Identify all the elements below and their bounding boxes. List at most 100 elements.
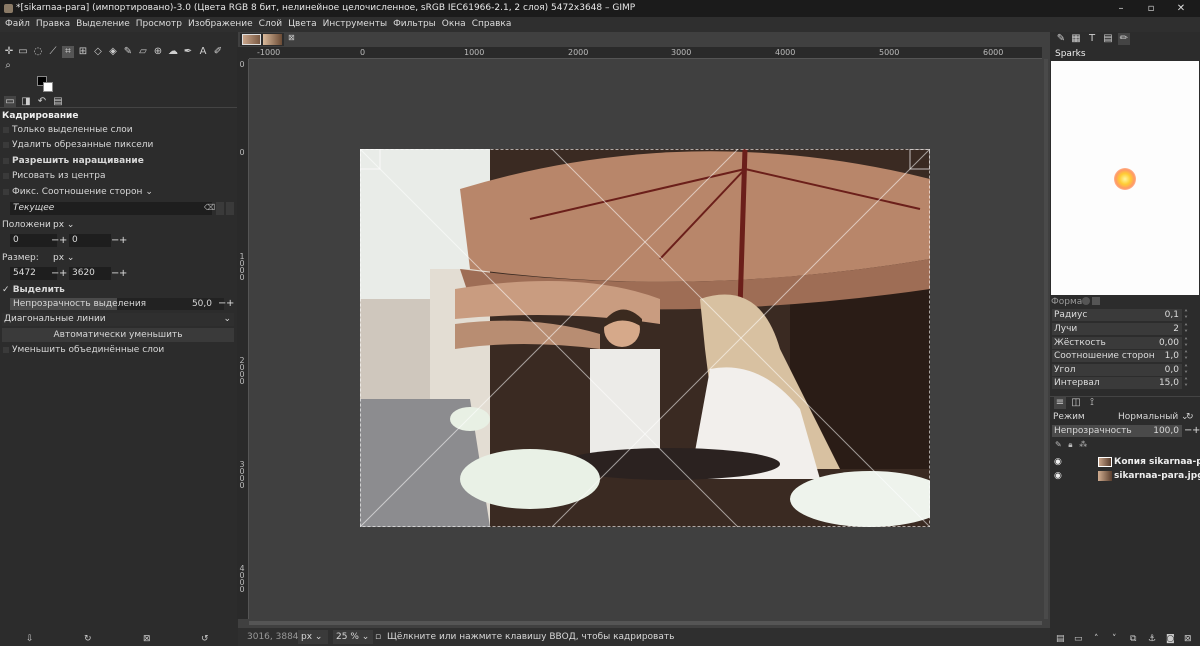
- raise-layer-icon[interactable]: ˄: [1094, 634, 1099, 644]
- highlight-opacity-slider[interactable]: Непрозрачность выделения 50,0: [10, 298, 224, 310]
- vertical-scrollbar[interactable]: [1044, 59, 1048, 619]
- fixed-aspect-option[interactable]: Фикс. Соотношение сторон ⌄: [0, 185, 153, 200]
- plus-icon[interactable]: +: [119, 234, 127, 247]
- lock-position-icon[interactable]: 🔒︎: [1068, 440, 1072, 449]
- delete-layer-icon[interactable]: ⊠: [1184, 634, 1192, 644]
- font-tab-icon[interactable]: T: [1086, 33, 1098, 45]
- aspect-value-field[interactable]: Текущее: [10, 202, 212, 215]
- reset-mode-icon[interactable]: ↻: [1186, 412, 1194, 422]
- background-color-swatch[interactable]: [43, 82, 53, 92]
- position-unit-select[interactable]: px ⌄: [51, 219, 77, 232]
- close-tab-icon[interactable]: ⊠: [288, 33, 295, 42]
- plus-icon[interactable]: +: [59, 234, 67, 247]
- eraser-tool-icon[interactable]: ▱: [137, 46, 149, 58]
- layer-row[interactable]: ◉ Копия sikarnaa-para.: [1050, 455, 1200, 469]
- checkbox[interactable]: [3, 141, 9, 148]
- shrink-merged-option[interactable]: Уменьшить объединённые слои: [0, 343, 164, 358]
- plus-icon[interactable]: +: [119, 267, 127, 280]
- checkbox[interactable]: [3, 126, 9, 133]
- lasso-tool-icon[interactable]: ◌: [32, 46, 44, 58]
- crop-tool-icon[interactable]: ⌗: [62, 46, 74, 58]
- position-y-field[interactable]: 0: [69, 234, 111, 247]
- rect-select-tool-icon[interactable]: ▭: [17, 46, 29, 58]
- menu-filters[interactable]: Фильтры: [390, 17, 439, 32]
- minimize-button[interactable]: –: [1106, 0, 1136, 17]
- checkmark-icon[interactable]: ✓: [2, 285, 13, 295]
- allow-growing-option[interactable]: Разрешить наращивание: [0, 154, 144, 169]
- spinner-arrows-icon[interactable]: ˄ ˅: [1184, 378, 1188, 392]
- lock-pixels-icon[interactable]: ✎: [1055, 440, 1062, 449]
- menu-layer[interactable]: Слой: [256, 17, 285, 32]
- save-options-icon[interactable]: ⇩: [26, 634, 34, 644]
- visibility-eye-icon[interactable]: ◉: [1054, 469, 1062, 483]
- mask-layer-icon[interactable]: ◙: [1166, 634, 1175, 644]
- param-radius[interactable]: Радиус 0,1: [1052, 309, 1182, 321]
- param-hardness[interactable]: Жёсткость 0,00: [1052, 337, 1182, 349]
- size-width-field[interactable]: 5472: [10, 267, 57, 280]
- param-angle[interactable]: Угол 0,0: [1052, 364, 1182, 376]
- plus-icon[interactable]: +: [1192, 424, 1200, 437]
- landscape-icon[interactable]: [226, 202, 234, 215]
- device-status-tab-icon[interactable]: ◨: [20, 96, 32, 108]
- brush-tab-icon[interactable]: ✎: [1055, 33, 1067, 45]
- channels-tab-icon[interactable]: ◫: [1070, 397, 1082, 409]
- size-unit-select[interactable]: px ⌄: [51, 252, 77, 265]
- restore-options-icon[interactable]: ↻: [84, 634, 92, 644]
- horizontal-scrollbar[interactable]: [249, 621, 1042, 625]
- menu-file[interactable]: Файл: [2, 17, 33, 32]
- param-aspect-ratio[interactable]: Соотношение сторон 1,0: [1052, 350, 1182, 362]
- highlight-option[interactable]: ✓ Выделить: [2, 283, 65, 298]
- position-x-field[interactable]: 0: [10, 234, 57, 247]
- spinner-arrows-icon[interactable]: ˄ ˅: [1184, 310, 1188, 324]
- undo-history-tab-icon[interactable]: ↶: [36, 96, 48, 108]
- auto-shrink-button[interactable]: Автоматически уменьшить: [2, 328, 234, 342]
- menu-select[interactable]: Выделение: [73, 17, 133, 32]
- checkbox[interactable]: [3, 172, 9, 179]
- menu-windows[interactable]: Окна: [439, 17, 469, 32]
- only-selected-layers-option[interactable]: Только выделенные слои: [0, 123, 133, 138]
- canvas-image[interactable]: [360, 149, 930, 527]
- zoom-select[interactable]: 25 % ⌄: [333, 630, 373, 644]
- maximize-button[interactable]: ▫: [1136, 0, 1166, 17]
- unit-select[interactable]: px ⌄: [298, 630, 328, 644]
- lower-layer-icon[interactable]: ˅: [1112, 634, 1117, 644]
- circle-shape-icon[interactable]: [1082, 297, 1090, 305]
- paintbrush-tool-icon[interactable]: ✎: [122, 46, 134, 58]
- portrait-icon[interactable]: [216, 202, 224, 215]
- new-layer-icon[interactable]: ▤: [1056, 634, 1065, 644]
- clone-tool-icon[interactable]: ⊕: [152, 46, 164, 58]
- unified-transform-tool-icon[interactable]: ⊞: [77, 46, 89, 58]
- tool-options-tab-icon[interactable]: ▭: [4, 96, 16, 108]
- warp-tool-icon[interactable]: ◇: [92, 46, 104, 58]
- delete-options-icon[interactable]: ⊠: [143, 634, 151, 644]
- visibility-eye-icon[interactable]: ◉: [1054, 455, 1062, 469]
- expand-from-center-option[interactable]: Рисовать из центра: [0, 169, 105, 184]
- size-height-field[interactable]: 3620: [69, 267, 111, 280]
- menu-view[interactable]: Просмотр: [133, 17, 185, 32]
- anchor-layer-icon[interactable]: ⚓︎: [1148, 634, 1156, 644]
- checkbox[interactable]: [3, 157, 9, 164]
- image-thumbnail[interactable]: [263, 34, 282, 45]
- checkbox[interactable]: [3, 188, 9, 195]
- pattern-tab-icon[interactable]: ▦: [1070, 33, 1082, 45]
- menu-tools[interactable]: Инструменты: [320, 17, 390, 32]
- move-tool-icon[interactable]: ✛: [3, 46, 15, 58]
- image-thumbnail[interactable]: [242, 34, 261, 45]
- text-tool-icon[interactable]: A: [197, 46, 209, 58]
- color-picker-tool-icon[interactable]: ✐: [212, 46, 224, 58]
- reset-options-icon[interactable]: ↺: [201, 634, 209, 644]
- layers-tab-icon[interactable]: ≡: [1054, 397, 1066, 409]
- param-spacing[interactable]: Интервал 15,0: [1052, 377, 1182, 389]
- backspace-icon[interactable]: ⌫: [204, 203, 215, 212]
- path-tool-icon[interactable]: ✒: [182, 46, 194, 58]
- paths-tab-icon[interactable]: ⟟: [1086, 397, 1098, 409]
- checkbox[interactable]: [3, 346, 9, 353]
- menu-edit[interactable]: Правка: [33, 17, 73, 32]
- fuzzy-select-tool-icon[interactable]: ⟋: [47, 46, 59, 58]
- bucket-fill-tool-icon[interactable]: ◈: [107, 46, 119, 58]
- plus-icon[interactable]: +: [59, 267, 67, 280]
- menu-help[interactable]: Справка: [469, 17, 515, 32]
- param-spikes[interactable]: Лучи 2: [1052, 323, 1182, 335]
- mypaint-brush-tab-icon[interactable]: ✏: [1118, 33, 1130, 45]
- mode-select[interactable]: Нормальный ⌄: [1118, 412, 1189, 422]
